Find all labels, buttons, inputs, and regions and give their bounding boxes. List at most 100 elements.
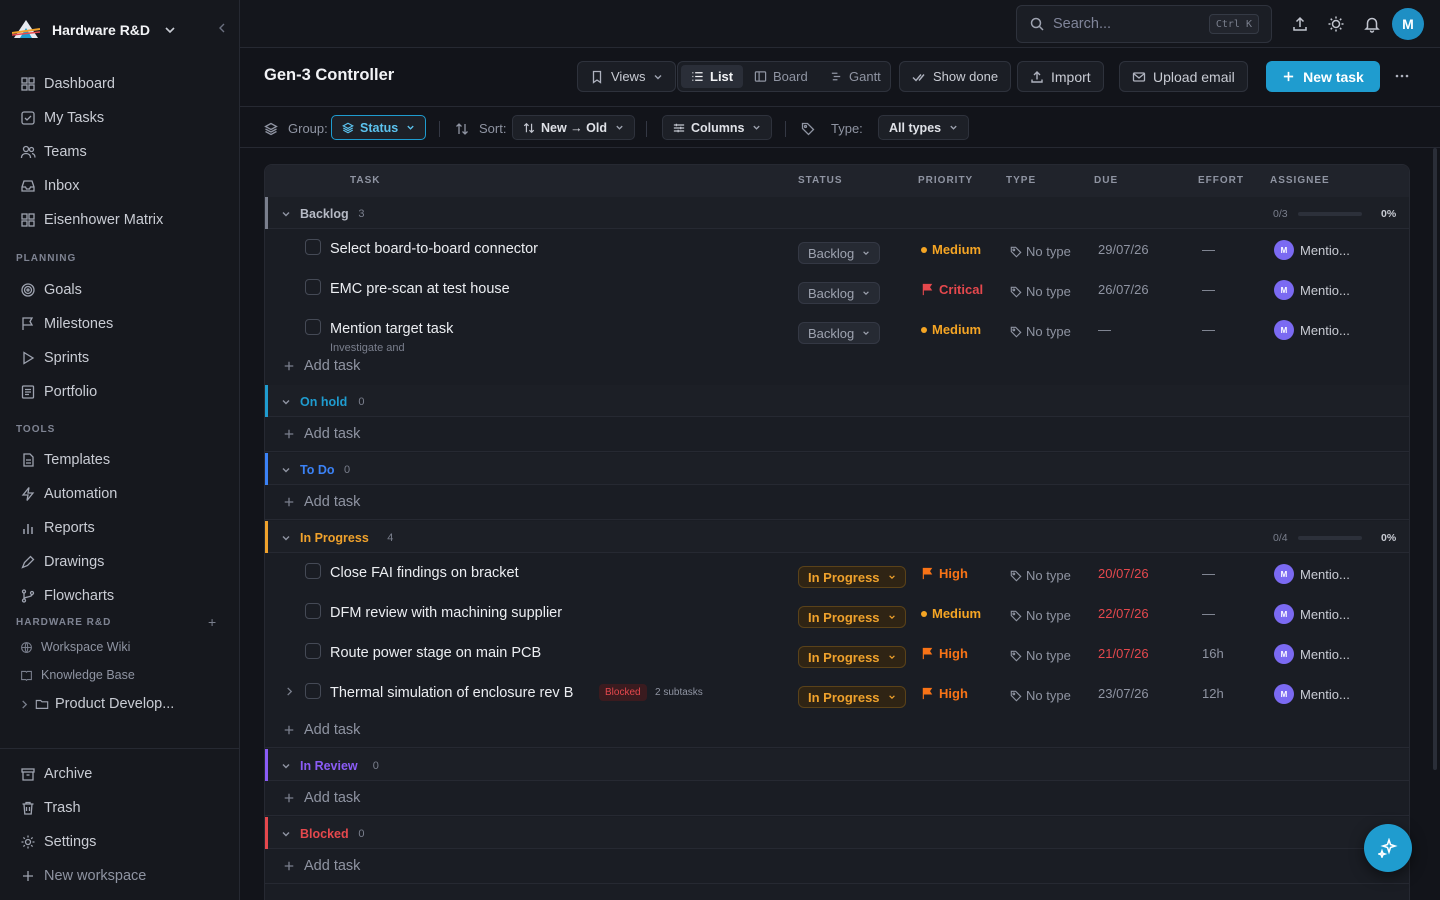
sidebar-item-portfolio[interactable]: Portfolio <box>20 380 97 404</box>
effort-value[interactable]: 12h <box>1202 686 1224 701</box>
theme-toggle-icon[interactable] <box>1327 15 1345 33</box>
task-title[interactable]: Thermal simulation of enclosure rev B <box>330 685 573 701</box>
priority-indicator[interactable]: High <box>921 686 968 701</box>
task-title[interactable]: DFM review with machining supplier <box>330 605 562 621</box>
task-title[interactable]: Mention target task <box>330 321 453 337</box>
status-select[interactable]: In Progress <box>798 686 906 708</box>
add-task-row[interactable]: Add task <box>265 782 1409 816</box>
chevron-down-icon[interactable] <box>281 397 291 407</box>
sidebar-item-drawings[interactable]: Drawings <box>20 550 104 574</box>
table-row[interactable]: Mention target task Investigate and Backlo… <box>265 310 1409 354</box>
task-checkbox[interactable] <box>305 319 321 335</box>
bell-icon[interactable] <box>1363 15 1381 33</box>
chevron-down-icon[interactable] <box>281 209 291 219</box>
sidebar-item-settings[interactable]: Settings <box>20 830 96 854</box>
column-header-assignee[interactable]: ASSIGNEE <box>1270 175 1330 186</box>
chevron-down-icon[interactable] <box>281 829 291 839</box>
task-checkbox[interactable] <box>305 239 321 255</box>
group-header[interactable]: In Progress 4 0/4 0% <box>265 521 1409 553</box>
due-date[interactable]: — <box>1098 322 1111 337</box>
column-header-effort[interactable]: EFFORT <box>1198 175 1244 186</box>
table-row[interactable]: DFM review with machining supplier In Pro… <box>265 594 1409 634</box>
column-header-priority[interactable]: PRIORITY <box>918 175 973 186</box>
user-avatar[interactable]: M <box>1392 8 1424 40</box>
tab-board[interactable]: Board <box>744 65 818 88</box>
add-task-row[interactable]: Add task <box>265 350 1409 384</box>
sidebar-item-sprints[interactable]: Sprints <box>20 346 89 370</box>
task-title[interactable]: Route power stage on main PCB <box>330 645 541 661</box>
import-button[interactable]: Import <box>1017 61 1104 92</box>
table-row[interactable]: Select board-to-board connector Backlog Me… <box>265 230 1409 270</box>
sidebar-item-reports[interactable]: Reports <box>20 516 95 540</box>
due-date[interactable]: 21/07/26 <box>1098 646 1149 661</box>
group-header[interactable]: On hold 0 <box>265 385 1409 417</box>
task-title[interactable]: EMC pre-scan at test house <box>330 281 510 297</box>
assignee[interactable]: M Mentio... <box>1274 604 1350 624</box>
priority-indicator[interactable]: Medium <box>921 606 981 621</box>
status-select[interactable]: Backlog <box>798 322 881 344</box>
sidebar-item-trash[interactable]: Trash <box>20 796 81 820</box>
tab-list[interactable]: List <box>681 65 744 88</box>
assignee[interactable]: M Mentio... <box>1274 240 1350 260</box>
views-button[interactable]: Views <box>577 61 677 92</box>
sidebar-item-milestones[interactable]: Milestones <box>20 312 113 336</box>
column-header-status[interactable]: STATUS <box>798 175 843 186</box>
priority-indicator[interactable]: High <box>921 566 968 581</box>
group-select[interactable]: Status <box>331 115 427 140</box>
search-input[interactable]: Search... Ctrl K <box>1016 5 1272 43</box>
assignee[interactable]: M Mentio... <box>1274 684 1350 704</box>
upload-icon[interactable] <box>1291 15 1309 33</box>
status-select[interactable]: In Progress <box>798 566 906 588</box>
group-header[interactable]: To Do 0 <box>265 453 1409 485</box>
add-task-row[interactable]: Add task <box>265 714 1409 748</box>
due-date[interactable]: 22/07/26 <box>1098 606 1149 621</box>
task-checkbox[interactable] <box>305 683 321 699</box>
task-checkbox[interactable] <box>305 279 321 295</box>
type-select[interactable]: No type <box>1010 688 1071 703</box>
status-select[interactable]: Backlog <box>798 282 881 304</box>
type-select[interactable]: No type <box>1010 608 1071 623</box>
task-title[interactable]: Close FAI findings on bracket <box>330 565 519 581</box>
subtask-count[interactable]: 2 subtasks <box>655 687 703 698</box>
sidebar-item-inbox[interactable]: Inbox <box>20 174 79 198</box>
scrollbar[interactable] <box>1433 148 1437 770</box>
type-select[interactable]: All types <box>878 115 970 140</box>
priority-indicator[interactable]: High <box>921 646 968 661</box>
type-select[interactable]: No type <box>1010 568 1071 583</box>
tab-gantt[interactable]: Gantt <box>820 65 891 88</box>
assignee[interactable]: M Mentio... <box>1274 564 1350 584</box>
sort-select[interactable]: New → Old <box>512 115 635 140</box>
add-space-item-icon[interactable]: + <box>208 614 216 630</box>
table-row[interactable]: Route power stage on main PCB In Progress… <box>265 634 1409 674</box>
new-task-button[interactable]: New task <box>1266 61 1380 92</box>
ai-assistant-button[interactable] <box>1364 824 1412 872</box>
task-checkbox[interactable] <box>305 563 321 579</box>
sidebar-item-templates[interactable]: Templates <box>20 448 110 472</box>
sidebar-item-archive[interactable]: Archive <box>20 762 92 786</box>
due-date[interactable]: 23/07/26 <box>1098 686 1149 701</box>
sidebar-item-workspace-wiki[interactable]: Workspace Wiki <box>20 635 130 659</box>
assignee[interactable]: M Mentio... <box>1274 320 1350 340</box>
chevron-down-icon[interactable] <box>281 761 291 771</box>
priority-indicator[interactable]: Critical <box>921 282 983 297</box>
due-date[interactable]: 29/07/26 <box>1098 242 1149 257</box>
task-title[interactable]: Select board-to-board connector <box>330 241 538 257</box>
effort-value[interactable]: — <box>1202 282 1215 297</box>
workspace-switcher[interactable]: Hardware R&D <box>12 14 228 46</box>
columns-button[interactable]: Columns <box>662 115 773 140</box>
status-select[interactable]: Backlog <box>798 242 881 264</box>
table-row[interactable]: Thermal simulation of enclosure rev B Blo… <box>265 674 1409 714</box>
type-select[interactable]: No type <box>1010 324 1071 339</box>
priority-indicator[interactable]: Medium <box>921 322 981 337</box>
add-task-row[interactable]: Add task <box>265 850 1409 884</box>
assignee[interactable]: M Mentio... <box>1274 280 1350 300</box>
column-header-task[interactable]: TASK <box>350 175 380 186</box>
upload-email-button[interactable]: Upload email <box>1119 61 1248 92</box>
type-select[interactable]: No type <box>1010 284 1071 299</box>
table-row[interactable]: Close FAI findings on bracket In Progress… <box>265 554 1409 594</box>
column-header-due[interactable]: DUE <box>1094 175 1118 186</box>
table-row[interactable]: EMC pre-scan at test house Backlog Critica… <box>265 270 1409 310</box>
sidebar-item-teams[interactable]: Teams <box>20 140 87 164</box>
add-task-row[interactable]: Add task <box>265 486 1409 520</box>
task-checkbox[interactable] <box>305 643 321 659</box>
